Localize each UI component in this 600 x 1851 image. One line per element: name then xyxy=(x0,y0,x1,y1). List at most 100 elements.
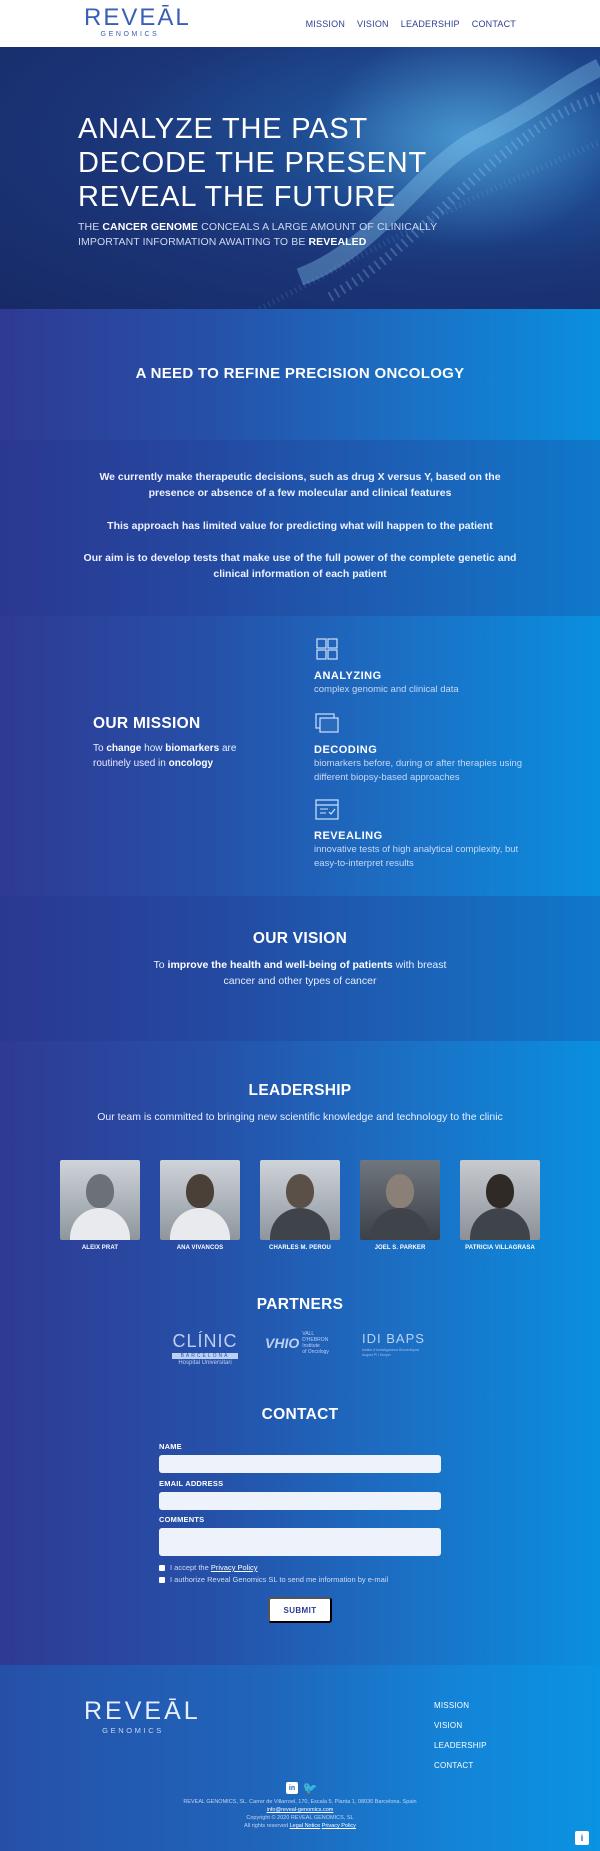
member-name: ANA VIVANCOS xyxy=(176,1245,224,1251)
team-member[interactable]: PATRICIA VILLAGRASA xyxy=(460,1160,540,1251)
footer-legal-text: All rights reserved xyxy=(244,1823,290,1829)
footer-nav-vision[interactable]: VISION xyxy=(434,1721,487,1730)
member-name: CHARLES M. PEROU xyxy=(269,1245,331,1251)
mission-text-bold: biomarkers xyxy=(165,743,220,754)
footer-address: REVEAL GENOMICS, SL. Carrer de Villarroe… xyxy=(183,1799,417,1805)
need-paragraph-3: Our aim is to develop tests that make us… xyxy=(83,552,517,580)
footer-copyright: Copyright © 2020 REVEAL GENOMICS, SL xyxy=(246,1815,354,1821)
clinic-logo-sub: Hospital Universitari xyxy=(178,1360,232,1366)
footer-nav-contact[interactable]: CONTACT xyxy=(434,1761,487,1770)
partner-idibaps-logo[interactable]: IDI BAPS Institut d'Investigacions Biomè… xyxy=(362,1331,428,1357)
mission-title: OUR MISSION xyxy=(93,715,201,732)
authorize-checkbox[interactable] xyxy=(159,1576,165,1583)
comments-field[interactable] xyxy=(159,1528,441,1556)
grid-icon xyxy=(316,638,338,660)
clinic-logo-text: CLÍNIC xyxy=(172,1331,238,1351)
hero-sub-text: THE xyxy=(78,221,103,233)
need-paragraph-2: This approach has limited value for pred… xyxy=(107,520,493,532)
mission-text: To change how biomarkers are routinely u… xyxy=(93,741,263,771)
hero-subtitle: THE CANCER GENOME CONCEALS A LARGE AMOUN… xyxy=(78,220,478,250)
vhio-logo-sub: VALL D'HEBRON Institute of Oncology xyxy=(302,1331,337,1355)
team-member[interactable]: JOEL S. PARKER xyxy=(360,1160,440,1251)
linkedin-icon[interactable]: in xyxy=(286,1782,298,1794)
footer-nav-mission[interactable]: MISSION xyxy=(434,1701,487,1710)
logo-wordmark: REVEĀL xyxy=(84,4,191,31)
pillar-title: DECODING xyxy=(314,744,378,756)
mission-text-part: how xyxy=(141,743,166,754)
hero-line-1: ANALYZE THE PAST xyxy=(78,113,368,145)
email-field[interactable] xyxy=(159,1492,441,1510)
footer-privacy-link[interactable]: Privacy Policy xyxy=(322,1823,356,1829)
hero-sub-bold: CANCER GENOME xyxy=(102,221,199,233)
twitter-icon[interactable]: 🐦 xyxy=(303,1781,318,1795)
privacy-checkbox[interactable] xyxy=(159,1564,165,1571)
privacy-checkbox-label: I accept the Privacy Policy xyxy=(170,1563,258,1572)
footer-email: info@reveal-genomics.com xyxy=(0,1807,600,1813)
pillar-decoding: DECODING biomarkers before, during or af… xyxy=(314,712,544,785)
idibaps-logo-sub: Institut d'Investigacions Biomèdiques Au… xyxy=(362,1348,420,1357)
team-grid: ALEIX PRAT ANA VIVANCOS CHARLES M. PEROU… xyxy=(60,1160,540,1251)
idibaps-logo-text: IDI BAPS xyxy=(362,1331,425,1346)
logo-subtitle: GENOMICS xyxy=(100,31,160,38)
need-paragraph-1: We currently make therapeutic decisions,… xyxy=(99,471,501,499)
member-photo xyxy=(460,1160,540,1240)
comments-label: COMMENTS xyxy=(159,1515,205,1524)
nav-mission[interactable]: MISSION xyxy=(306,19,345,29)
nav-vision[interactable]: VISION xyxy=(357,19,389,29)
hero-headline: ANALYZE THE PAST DECODE THE PRESENT REVE… xyxy=(78,112,427,214)
authorize-checkbox-label: I authorize Reveal Genomics SL to send m… xyxy=(170,1575,389,1584)
team-member[interactable]: ANA VIVANCOS xyxy=(160,1160,240,1251)
info-icon[interactable]: i xyxy=(575,1831,589,1845)
pillar-title: ANALYZING xyxy=(314,670,382,682)
legal-notice-link[interactable]: Legal Notice xyxy=(290,1823,321,1829)
footer-nav-leadership[interactable]: LEADERSHIP xyxy=(434,1741,487,1750)
team-member[interactable]: CHARLES M. PEROU xyxy=(260,1160,340,1251)
pillar-text: complex genomic and clinical data xyxy=(314,684,459,695)
partner-vhio-logo[interactable]: VHIO VALL D'HEBRON Institute of Oncology xyxy=(265,1331,337,1355)
partners-title: PARTNERS xyxy=(256,1296,344,1313)
email-label: EMAIL ADDRESS xyxy=(159,1479,224,1488)
member-photo xyxy=(260,1160,340,1240)
vision-text: To improve the health and well-being of … xyxy=(150,957,450,989)
nav-leadership[interactable]: LEADERSHIP xyxy=(401,19,460,29)
authorize-checkbox-row: I authorize Reveal Genomics SL to send m… xyxy=(159,1575,388,1584)
hero-section: ANALYZE THE PAST DECODE THE PRESENT REVE… xyxy=(0,47,600,309)
privacy-policy-link[interactable]: Privacy Policy xyxy=(211,1563,258,1572)
footer-logo-wordmark: REVEĀL xyxy=(84,1697,201,1725)
submit-button[interactable]: SUBMIT xyxy=(268,1597,332,1623)
member-photo xyxy=(360,1160,440,1240)
nav-contact[interactable]: CONTACT xyxy=(472,19,516,29)
name-label: NAME xyxy=(159,1442,182,1451)
team-member[interactable]: ALEIX PRAT xyxy=(60,1160,140,1251)
footer-logo-subtitle: GENOMICS xyxy=(102,1726,164,1735)
mission-text-bold: change xyxy=(106,743,142,754)
partner-clinic-logo[interactable]: CLÍNIC BARCELONA Hospital Universitari xyxy=(172,1331,238,1366)
stack-icon xyxy=(315,713,339,733)
need-title: A NEED TO REFINE PRECISION ONCOLOGY xyxy=(135,365,465,382)
pillar-title: REVEALING xyxy=(314,830,383,842)
member-name: PATRICIA VILLAGRASA xyxy=(465,1245,535,1251)
member-name: ALEIX PRAT xyxy=(81,1245,119,1251)
footer-nav: MISSION VISION LEADERSHIP CONTACT xyxy=(434,1701,487,1770)
name-field[interactable] xyxy=(159,1455,441,1473)
privacy-label-text: I accept the xyxy=(170,1563,211,1572)
vhio-logo-text: VHIO xyxy=(265,1335,300,1351)
reveal-genomics-logo[interactable]: REVEĀL GENOMICS xyxy=(84,4,191,40)
site-header: REVEĀL GENOMICS MISSION VISION LEADERSHI… xyxy=(0,0,600,47)
mission-text-bold: oncology xyxy=(168,758,214,769)
hero-line-2: DECODE THE PRESENT xyxy=(78,147,428,179)
footer-logo[interactable]: REVEĀL GENOMICS xyxy=(84,1697,201,1736)
member-photo xyxy=(60,1160,140,1240)
hero-sub-bold: REVEALED xyxy=(308,236,367,248)
pillar-text: innovative tests of high analytical comp… xyxy=(314,844,519,869)
vision-title: OUR VISION xyxy=(252,930,348,947)
vision-text-part: To xyxy=(153,959,168,971)
footer-email-link[interactable]: info@reveal-genomics.com xyxy=(267,1807,334,1813)
leadership-text: Our team is committed to bringing new sc… xyxy=(97,1111,503,1123)
clinic-logo-bar: BARCELONA xyxy=(172,1353,238,1359)
pillar-analyzing: ANALYZING complex genomic and clinical d… xyxy=(314,638,544,697)
member-photo xyxy=(160,1160,240,1240)
pillar-revealing: REVEALING innovative tests of high analy… xyxy=(314,798,544,871)
mission-text-part: To xyxy=(93,743,107,754)
leadership-title: LEADERSHIP xyxy=(248,1082,352,1099)
